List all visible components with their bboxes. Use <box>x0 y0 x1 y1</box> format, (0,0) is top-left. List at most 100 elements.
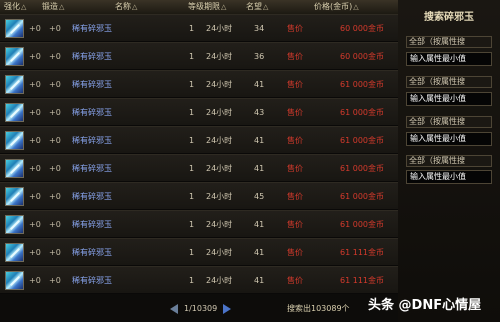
header-fame[interactable]: 名望△ <box>246 0 268 14</box>
item-quantity: 1 <box>189 248 195 257</box>
sell-label: 售价 <box>287 220 303 229</box>
item-duration: 24小时 <box>206 276 233 285</box>
item-fame: 41 <box>254 220 265 229</box>
item-quantity: 1 <box>189 80 195 89</box>
sort-arrow-icon: △ <box>59 3 65 11</box>
jade-item-icon <box>5 19 24 38</box>
jade-item-icon <box>5 47 24 66</box>
refine-value: +0 <box>49 136 61 145</box>
sort-arrow-icon: △ <box>221 3 227 11</box>
item-quantity: 1 <box>189 108 195 117</box>
jade-item-icon <box>5 215 24 234</box>
item-fame: 45 <box>254 192 265 201</box>
table-row[interactable]: +0 +0 稀有碎邪玉 1 24小时 41 售价 61 000金币 <box>0 154 398 182</box>
header-name[interactable]: 名称△ <box>115 0 137 14</box>
item-duration: 24小时 <box>206 108 233 117</box>
item-quantity: 1 <box>189 276 195 285</box>
enhance-value: +0 <box>29 192 41 201</box>
header-refine[interactable]: 锻造△ <box>42 0 64 14</box>
jade-item-icon <box>5 159 24 178</box>
attribute-select[interactable]: 全部（按属性搜 <box>406 36 492 48</box>
sort-arrow-icon: △ <box>21 3 27 11</box>
item-name: 稀有碎邪玉 <box>72 24 112 33</box>
item-duration: 24小时 <box>206 80 233 89</box>
sell-label: 售价 <box>287 52 303 61</box>
item-fame: 34 <box>254 24 265 33</box>
enhance-value: +0 <box>29 24 41 33</box>
attribute-min-input[interactable]: 输入属性最小值 <box>406 92 492 106</box>
table-row[interactable]: +0 +0 稀有碎邪玉 1 24小时 41 售价 61 000金币 <box>0 210 398 238</box>
refine-value: +0 <box>49 108 61 117</box>
enhance-value: +0 <box>29 52 41 61</box>
item-price: 60 000金币 <box>340 24 384 33</box>
table-row[interactable]: +0 +0 稀有碎邪玉 1 24小时 41 售价 61 111金币 <box>0 238 398 266</box>
item-name: 稀有碎邪玉 <box>72 220 112 229</box>
item-duration: 24小时 <box>206 52 233 61</box>
refine-value: +0 <box>49 220 61 229</box>
item-price: 61 000金币 <box>340 80 384 89</box>
sell-label: 售价 <box>287 108 303 117</box>
item-duration: 24小时 <box>206 192 233 201</box>
sell-label: 售价 <box>287 276 303 285</box>
enhance-value: +0 <box>29 80 41 89</box>
item-fame: 43 <box>254 108 265 117</box>
prev-page-icon[interactable] <box>170 304 178 314</box>
sell-label: 售价 <box>287 164 303 173</box>
item-name: 稀有碎邪玉 <box>72 80 112 89</box>
jade-item-icon <box>5 271 24 290</box>
sell-label: 售价 <box>287 192 303 201</box>
listing-panel: 强化△ 锻造△ 名称△ 等级期限△ 名望△ 价格(金币)△ +0 +0 稀有碎邪… <box>0 0 398 322</box>
page-number: 1/10309 <box>184 304 218 313</box>
table-row[interactable]: +0 +0 稀有碎邪玉 1 24小时 34 售价 60 000金币 <box>0 14 398 42</box>
item-quantity: 1 <box>189 52 195 61</box>
item-name: 稀有碎邪玉 <box>72 108 112 117</box>
attribute-min-input[interactable]: 输入属性最小值 <box>406 170 492 184</box>
enhance-value: +0 <box>29 136 41 145</box>
item-fame: 41 <box>254 80 265 89</box>
enhance-value: +0 <box>29 248 41 257</box>
attribute-select[interactable]: 全部（按属性搜 <box>406 76 492 88</box>
item-fame: 36 <box>254 52 265 61</box>
next-page-icon[interactable] <box>223 304 231 314</box>
refine-value: +0 <box>49 80 61 89</box>
sell-label: 售价 <box>287 24 303 33</box>
attribute-min-input[interactable]: 输入属性最小值 <box>406 132 492 146</box>
table-row[interactable]: +0 +0 稀有碎邪玉 1 24小时 45 售价 61 000金币 <box>0 182 398 210</box>
item-duration: 24小时 <box>206 220 233 229</box>
jade-item-icon <box>5 243 24 262</box>
item-fame: 41 <box>254 248 265 257</box>
column-header: 强化△ 锻造△ 名称△ 等级期限△ 名望△ 价格(金币)△ <box>0 0 398 15</box>
attribute-select[interactable]: 全部（按属性搜 <box>406 155 492 167</box>
table-row[interactable]: +0 +0 稀有碎邪玉 1 24小时 41 售价 61 000金币 <box>0 70 398 98</box>
item-duration: 24小时 <box>206 164 233 173</box>
item-duration: 24小时 <box>206 24 233 33</box>
table-row[interactable]: +0 +0 稀有碎邪玉 1 24小时 36 售价 60 000金币 <box>0 42 398 70</box>
header-enhance[interactable]: 强化△ <box>4 0 26 14</box>
sort-arrow-icon: △ <box>263 3 269 11</box>
table-row[interactable]: +0 +0 稀有碎邪玉 1 24小时 43 售价 61 000金币 <box>0 98 398 126</box>
item-price: 61 000金币 <box>340 136 384 145</box>
item-quantity: 1 <box>189 136 195 145</box>
item-duration: 24小时 <box>206 136 233 145</box>
table-row[interactable]: +0 +0 稀有碎邪玉 1 24小时 41 售价 61 000金币 <box>0 126 398 154</box>
header-level-time[interactable]: 等级期限△ <box>188 0 226 14</box>
pagination: 1/10309 搜索出103089个 <box>0 298 398 322</box>
attribute-min-input[interactable]: 输入属性最小值 <box>406 52 492 66</box>
item-price: 61 000金币 <box>340 108 384 117</box>
jade-item-icon <box>5 103 24 122</box>
search-result-count: 搜索出103089个 <box>287 304 350 313</box>
attribute-select[interactable]: 全部（按属性搜 <box>406 116 492 128</box>
item-price: 60 000金币 <box>340 52 384 61</box>
refine-value: +0 <box>49 24 61 33</box>
item-name: 稀有碎邪玉 <box>72 276 112 285</box>
sort-arrow-icon: △ <box>353 3 359 11</box>
enhance-value: +0 <box>29 108 41 117</box>
header-price[interactable]: 价格(金币)△ <box>314 0 359 14</box>
item-quantity: 1 <box>189 24 195 33</box>
item-quantity: 1 <box>189 164 195 173</box>
watermark: 头条 @DNF心情屋 <box>368 298 482 313</box>
sell-label: 售价 <box>287 136 303 145</box>
table-row[interactable]: +0 +0 稀有碎邪玉 1 24小时 41 售价 61 111金币 <box>0 266 398 294</box>
enhance-value: +0 <box>29 276 41 285</box>
jade-item-icon <box>5 187 24 206</box>
